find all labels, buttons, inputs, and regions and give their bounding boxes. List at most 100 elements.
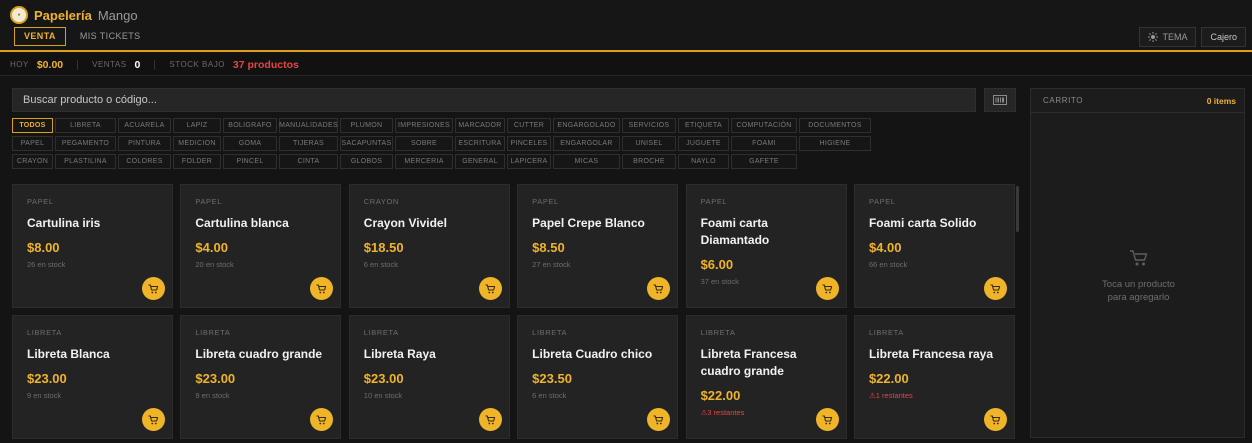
sales-value: 0 bbox=[134, 58, 141, 71]
category-chip[interactable]: LAPICERA bbox=[507, 154, 551, 169]
product-category: PAPEL bbox=[700, 197, 728, 206]
tab-mis-tickets[interactable]: MIS TICKETS bbox=[70, 27, 151, 46]
category-chip[interactable]: MERCERIA bbox=[395, 154, 453, 169]
category-chip[interactable]: NAYLO bbox=[678, 154, 729, 169]
category-chip[interactable]: PINTURA bbox=[118, 136, 171, 151]
product-stock-text: 27 en stock bbox=[532, 260, 571, 269]
user-button[interactable]: Cajero bbox=[1201, 27, 1246, 47]
product-card[interactable]: LIBRETA Libreta Cuadro chico $23.50 6 en st… bbox=[517, 315, 679, 439]
category-chip[interactable]: FOLDER bbox=[173, 154, 221, 169]
cart-icon bbox=[485, 283, 495, 293]
category-chip[interactable]: TIJERAS bbox=[279, 136, 338, 151]
category-chip[interactable]: ACUARELA bbox=[118, 118, 171, 133]
product-price: $4.00 bbox=[868, 240, 902, 255]
product-card[interactable]: LIBRETA Libreta Francesa cuadro grande $22… bbox=[685, 315, 847, 439]
category-chip[interactable]: BOLIGRAFO bbox=[223, 118, 277, 133]
add-to-cart-button[interactable] bbox=[815, 277, 839, 300]
category-chip[interactable]: COMPUTACIÓN bbox=[731, 118, 797, 133]
product-stock: 9 en stock bbox=[27, 391, 158, 400]
category-chip[interactable]: ENGARGOLAR bbox=[553, 136, 620, 151]
add-to-cart-button[interactable] bbox=[142, 277, 165, 300]
category-chip[interactable]: ETIQUETA bbox=[678, 118, 729, 133]
category-chip[interactable]: CRAYON bbox=[12, 154, 53, 169]
product-name: Libreta Raya bbox=[363, 347, 436, 361]
category-chip[interactable]: ESCRITURA bbox=[455, 136, 505, 151]
category-chip[interactable]: CUTTER bbox=[507, 118, 551, 133]
category-chip[interactable]: JUGUETE bbox=[678, 136, 729, 151]
product-category: LIBRETA bbox=[700, 328, 736, 337]
product-category: LIBRETA bbox=[363, 328, 399, 337]
category-chip[interactable]: PINCELES bbox=[507, 136, 551, 151]
add-to-cart-button[interactable] bbox=[983, 277, 1007, 300]
category-chip[interactable]: GENERAL bbox=[455, 154, 505, 169]
category-chip[interactable]: MARCADOR bbox=[455, 118, 505, 133]
product-price: $8.50 bbox=[532, 240, 565, 255]
category-row: PAPEL PEGAMENTO PINTURA MEDICION GOMA TIJERAS… bbox=[12, 136, 1020, 151]
top-bar: ● Papelería Mango VENTA MIS TICKETS TEMA… bbox=[0, 0, 1252, 52]
category-chip[interactable]: MICAS bbox=[553, 154, 620, 169]
category-row: CRAYON PLASTILINA COLORES FOLDER PINCEL CINTA… bbox=[12, 154, 1020, 169]
brand: ● Papelería Mango bbox=[10, 6, 138, 24]
product-stock-text: 9 en stock bbox=[27, 391, 62, 400]
grid-scrollbar[interactable] bbox=[1016, 186, 1019, 232]
product-name: Libreta cuadro grande bbox=[195, 347, 323, 361]
cart-icon bbox=[148, 414, 159, 424]
product-grid: PAPEL Cartulina iris $8.00 26 en stock PAPEL… bbox=[12, 184, 1015, 439]
category-chip[interactable]: LAPIZ bbox=[173, 118, 221, 133]
product-stock-text: 26 en stock bbox=[27, 260, 66, 269]
category-chip[interactable]: BROCHE bbox=[622, 154, 676, 169]
category-chip[interactable]: UNISEL bbox=[622, 136, 676, 151]
product-stock: 10 en stock bbox=[364, 391, 495, 400]
product-card[interactable]: PAPEL Cartulina blanca $4.00 20 en stock bbox=[180, 184, 342, 308]
category-chip[interactable]: COLORES bbox=[118, 154, 171, 169]
product-card[interactable]: LIBRETA Libreta Raya $23.00 10 en stock bbox=[348, 315, 510, 439]
add-to-cart-button[interactable] bbox=[142, 408, 165, 431]
category-chip[interactable]: DOCUMENTOS bbox=[799, 118, 871, 133]
category-chip[interactable]: MEDICION bbox=[173, 136, 221, 151]
product-stock-text: 66 en stock bbox=[868, 260, 908, 269]
category-chip[interactable]: MANUALIDADES bbox=[279, 118, 338, 133]
product-stock: 27 en stock bbox=[532, 260, 663, 269]
cart-title: CARRITO bbox=[1043, 96, 1084, 105]
add-to-cart-button[interactable] bbox=[647, 277, 671, 300]
product-card[interactable]: PAPEL Foami carta Solido $4.00 66 en stock bbox=[853, 184, 1015, 308]
product-card[interactable]: PAPEL Cartulina iris $8.00 26 en stock bbox=[12, 184, 173, 308]
category-chip[interactable]: LIBRETA bbox=[55, 118, 116, 133]
category-chip[interactable]: TODOS bbox=[12, 118, 53, 133]
add-to-cart-button[interactable] bbox=[310, 408, 334, 431]
cart-panel: CARRITO 0 items Toca un producto para ag… bbox=[1030, 88, 1245, 438]
category-chip[interactable]: HIGIENE bbox=[799, 136, 871, 151]
add-to-cart-button[interactable] bbox=[983, 408, 1007, 431]
product-card[interactable]: PAPEL Papel Crepe Blanco $8.50 27 en stock bbox=[517, 184, 679, 308]
category-chip[interactable]: GLOBOS bbox=[340, 154, 393, 169]
add-to-cart-button[interactable] bbox=[647, 408, 671, 431]
add-to-cart-button[interactable] bbox=[478, 277, 502, 300]
category-chip[interactable]: SOBRE bbox=[395, 136, 453, 151]
category-chip[interactable]: PLASTILINA bbox=[55, 154, 116, 169]
product-card[interactable]: LIBRETA Libreta cuadro grande $23.00 9 en s… bbox=[180, 315, 342, 439]
category-chip[interactable]: PINCEL bbox=[223, 154, 277, 169]
category-chip[interactable]: PEGAMENTO bbox=[55, 136, 116, 151]
add-to-cart-button[interactable] bbox=[815, 408, 839, 431]
add-to-cart-button[interactable] bbox=[478, 408, 502, 431]
product-card[interactable]: LIBRETA Libreta Francesa raya $22.00 ⚠1 res… bbox=[853, 315, 1015, 439]
category-chip[interactable]: FOAMI bbox=[731, 136, 797, 151]
product-card[interactable]: CRAYON Crayon Vividel $18.50 6 en stock bbox=[348, 184, 510, 308]
category-chip[interactable]: ENGARGOLADO bbox=[553, 118, 620, 133]
barcode-scan-button[interactable] bbox=[984, 88, 1016, 112]
tab-venta[interactable]: VENTA bbox=[14, 27, 66, 46]
category-chip[interactable]: SACAPUNTAS bbox=[340, 136, 393, 151]
product-card[interactable]: PAPEL Foami carta Diamantado $6.00 37 en st… bbox=[685, 184, 847, 308]
category-chip[interactable]: CINTA bbox=[279, 154, 338, 169]
barcode-icon bbox=[993, 95, 1007, 105]
category-chip[interactable]: PAPEL bbox=[12, 136, 53, 151]
product-card[interactable]: LIBRETA Libreta Blanca $23.00 9 en stock bbox=[12, 315, 173, 439]
category-chip[interactable]: SERVICIOS bbox=[622, 118, 676, 133]
search-input[interactable]: Buscar producto o código... bbox=[12, 88, 976, 112]
category-chip[interactable]: GAFETE bbox=[731, 154, 797, 169]
category-chip[interactable]: PLUMON bbox=[340, 118, 393, 133]
category-chip[interactable]: GOMA bbox=[223, 136, 277, 151]
category-chip[interactable]: IMPRESIONES bbox=[395, 118, 453, 133]
add-to-cart-button[interactable] bbox=[310, 277, 334, 300]
theme-button[interactable]: TEMA bbox=[1139, 27, 1197, 47]
